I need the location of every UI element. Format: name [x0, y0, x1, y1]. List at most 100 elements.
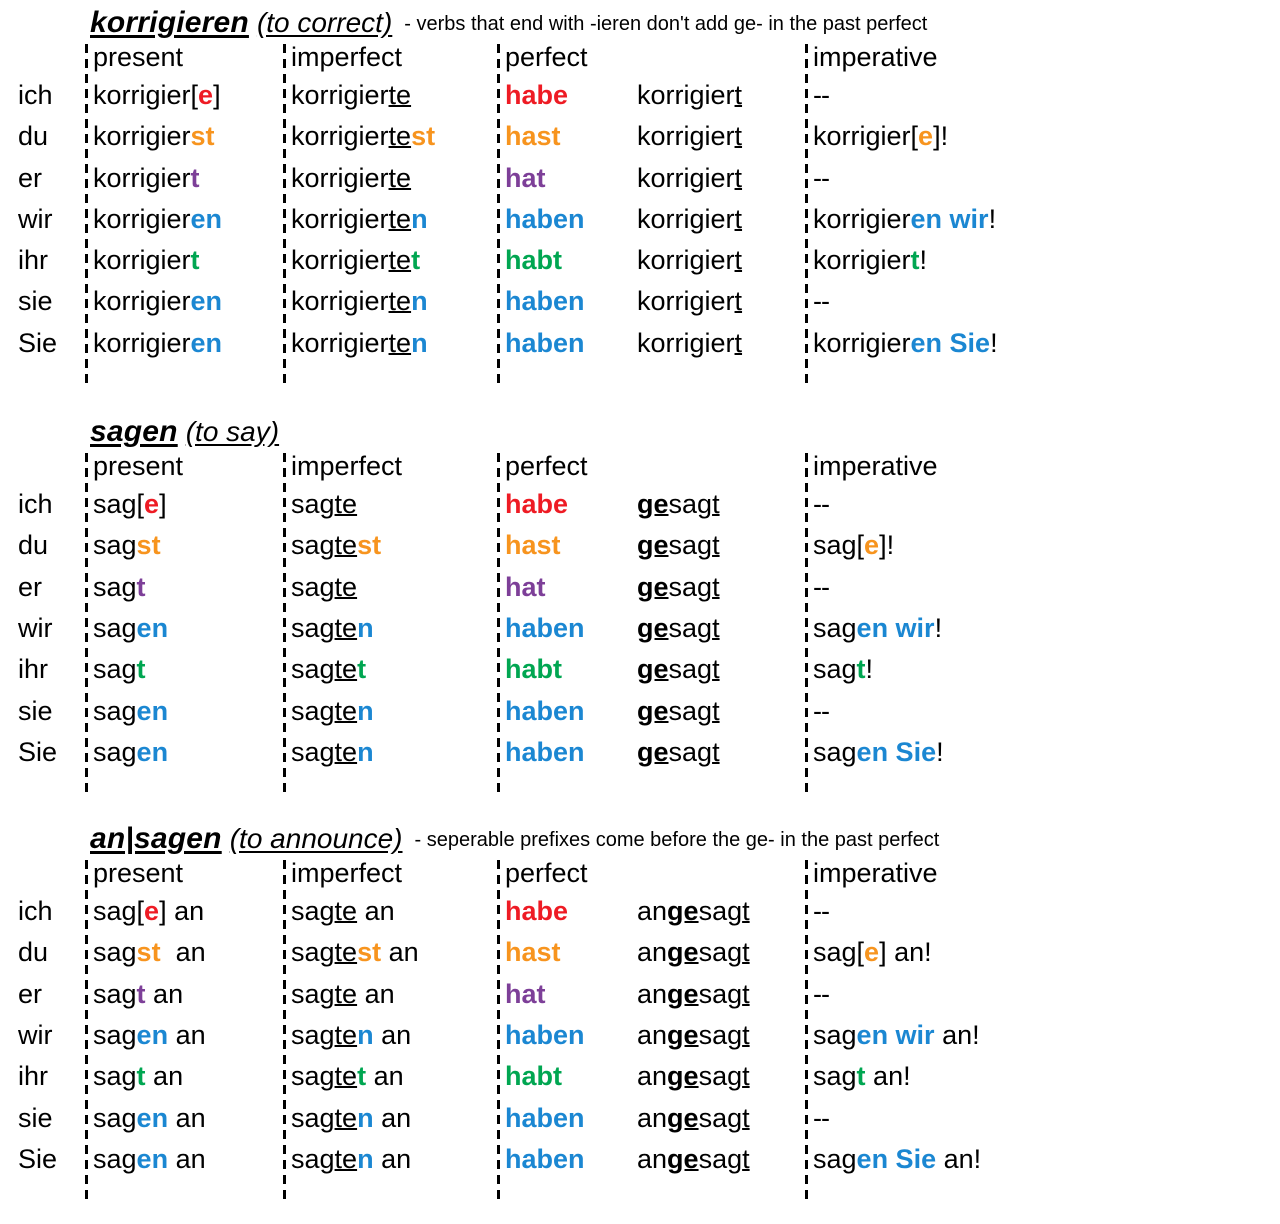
cell-present: sag[e] an: [93, 896, 205, 927]
row-pronoun: er: [18, 978, 43, 1009]
cell-imperative: sagen Sie!: [813, 736, 944, 767]
cell-participle: angesagt: [637, 978, 750, 1009]
cell-participle: gesagt: [637, 571, 720, 602]
cell-auxiliary: habt: [505, 1061, 562, 1092]
row-pronoun: ihr: [18, 1061, 49, 1092]
verb-heading: korrigieren (to correct) - verbs that end …: [0, 6, 1280, 44]
cell-imperfect: sagten an: [291, 1020, 412, 1051]
table-row: er korrigiert korrigierte hat korrigiert…: [0, 162, 1280, 206]
table-row: ich korrigier[e] korrigierte habe korrig…: [0, 82, 1280, 123]
cell-participle: gesagt: [637, 695, 720, 726]
column-header-perfect: perfect: [505, 42, 588, 72]
cell-imperative: --: [813, 978, 830, 1009]
table-row: sie sagen sagten haben gesagt --: [0, 695, 1280, 739]
cell-participle: gesagt: [637, 530, 720, 561]
cell-present: sag[e]: [93, 489, 167, 520]
cell-participle: korrigiert: [637, 327, 743, 358]
row-pronoun: ich: [18, 489, 53, 520]
cell-imperative: --: [813, 489, 830, 520]
row-pronoun: du: [18, 937, 49, 968]
cell-present: korrigieren: [93, 327, 223, 358]
cell-auxiliary: hast: [505, 530, 561, 561]
row-pronoun: er: [18, 571, 43, 602]
cell-auxiliary: haben: [505, 1020, 585, 1051]
table-row: Sie sagen sagten haben gesagt sagen Sie!: [0, 736, 1280, 780]
cell-participle: korrigiert: [637, 80, 743, 110]
cell-imperative: korrigieren wir!: [813, 203, 997, 234]
cell-imperfect: sagten an: [291, 1143, 412, 1174]
cell-present: sagen an: [93, 1020, 206, 1051]
cell-imperfect: korrigierte: [291, 80, 412, 110]
table-row: Sie korrigieren korrigierten haben korri…: [0, 327, 1280, 371]
row-pronoun: ich: [18, 80, 53, 110]
table-row: ich sag[e] sagte habe gesagt --: [0, 491, 1280, 532]
cell-imperative: --: [813, 162, 830, 193]
cell-present: sagen: [93, 695, 169, 726]
row-pronoun: sie: [18, 695, 53, 726]
row-pronoun: wir: [18, 612, 53, 643]
conjugation-table: present imperfect perfect imperative ich…: [0, 44, 1280, 384]
cell-participle: angesagt: [637, 1020, 750, 1051]
column-header-imperfect: imperfect: [291, 42, 403, 72]
cell-participle: gesagt: [637, 489, 720, 520]
row-pronoun: du: [18, 121, 49, 152]
table-row: du korrigierst korrigiertest hast korrig…: [0, 123, 1280, 164]
cell-imperfect: sagten: [291, 612, 374, 643]
table-row: sie korrigieren korrigierten haben korri…: [0, 288, 1280, 329]
cell-participle: gesagt: [637, 612, 720, 643]
cell-auxiliary: haben: [505, 203, 585, 234]
table-row: ich sag[e] an sagte an habe angesagt --: [0, 898, 1280, 939]
row-pronoun: sie: [18, 1102, 53, 1133]
cell-imperfect: sagtest: [291, 530, 382, 561]
cell-auxiliary: haben: [505, 612, 585, 643]
cell-present: sagen: [93, 736, 169, 767]
cell-imperfect: korrigierte: [291, 162, 412, 193]
column-header-imperfect: imperfect: [291, 451, 403, 482]
conjugation-table: present imperfect perfect imperative ich…: [0, 860, 1280, 1201]
row-pronoun: er: [18, 162, 43, 193]
cell-auxiliary: hast: [505, 121, 561, 152]
row-pronoun: Sie: [18, 1143, 58, 1174]
cell-auxiliary: haben: [505, 736, 585, 767]
cell-present: sagt an: [93, 1061, 184, 1092]
cell-imperative: --: [813, 1102, 830, 1133]
conjugation-sheet: korrigieren (to correct) - verbs that end …: [0, 0, 1280, 1224]
verb-block-sagen: sagen (to say) present imperfect perfect …: [0, 371, 1280, 794]
cell-auxiliary: haben: [505, 1143, 585, 1174]
table-header-row: present imperfect perfect imperative: [0, 44, 1280, 82]
cell-imperfect: sagte an: [291, 978, 395, 1009]
verb-block-korrigieren: korrigieren (to correct) - verbs that end …: [0, 0, 1280, 384]
cell-imperfect: sagte an: [291, 896, 395, 927]
cell-imperfect: korrigiertest: [291, 121, 436, 152]
column-header-present: present: [93, 451, 184, 482]
cell-participle: angesagt: [637, 1102, 750, 1133]
cell-present: korrigieren: [93, 286, 223, 317]
cell-participle: gesagt: [637, 736, 720, 767]
table-row: du sagst an sagtest an hast angesagt sag…: [0, 939, 1280, 980]
cell-imperative: sagen Sie an!: [813, 1143, 982, 1174]
cell-participle: korrigiert: [637, 121, 743, 152]
verb-title: an|sagen: [90, 822, 222, 856]
verb-heading: an|sagen (to announce) - seperable prefixe…: [0, 822, 1280, 860]
cell-imperative: --: [813, 896, 830, 927]
verb-gloss: (to announce): [229, 823, 403, 855]
cell-imperfect: sagtest an: [291, 937, 419, 968]
cell-imperfect: sagte: [291, 571, 358, 602]
table-header-row: present imperfect perfect imperative: [0, 860, 1280, 898]
cell-auxiliary: haben: [505, 327, 585, 358]
cell-auxiliary: habt: [505, 245, 562, 276]
verb-gloss: (to correct): [256, 7, 393, 38]
row-pronoun: wir: [18, 1020, 53, 1051]
table-row: sie sagen an sagten an haben angesagt --: [0, 1102, 1280, 1146]
cell-imperfect: korrigierten: [291, 203, 428, 234]
column-header-imperative: imperative: [813, 451, 938, 482]
column-header-present: present: [93, 42, 184, 72]
cell-imperative: korrigieren Sie!: [813, 327, 998, 358]
cell-participle: angesagt: [637, 896, 750, 927]
row-pronoun: wir: [18, 203, 53, 234]
cell-auxiliary: haben: [505, 286, 585, 317]
cell-imperfect: korrigierten: [291, 286, 428, 317]
column-header-imperative: imperative: [813, 858, 938, 889]
cell-imperative: korrigiert!: [813, 245, 928, 276]
verb-block-ansagen: an|sagen (to announce) - seperable prefixe…: [0, 780, 1280, 1201]
